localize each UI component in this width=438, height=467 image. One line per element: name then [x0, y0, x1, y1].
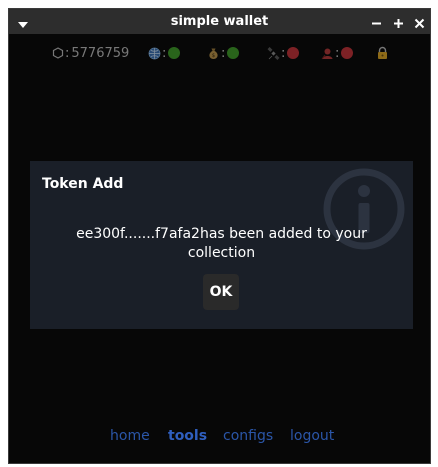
nav-logout-link[interactable]: logout	[290, 428, 334, 444]
minus-icon[interactable]	[370, 15, 383, 28]
bottom-nav: home tools configs logout	[9, 428, 430, 448]
dialog-title: Token Add	[42, 176, 124, 192]
wallet-window: simple wallet : 5776759 : $::: Token …	[8, 8, 431, 464]
ok-button[interactable]: OK	[203, 274, 239, 310]
plus-icon[interactable]	[392, 15, 405, 28]
nav-home-link[interactable]: home	[110, 428, 150, 444]
nav-configs-link[interactable]: configs	[223, 428, 273, 444]
close-icon[interactable]	[413, 15, 426, 29]
dialog-message: ee300f.......f7afa2has been added to you…	[76, 226, 367, 261]
title-bar: simple wallet	[9, 9, 430, 34]
nav-tools-link[interactable]: tools	[168, 428, 207, 444]
token-add-dialog: Token Add ee300f.......f7afa2has been ad…	[30, 161, 413, 329]
window-title: simple wallet	[170, 14, 269, 29]
